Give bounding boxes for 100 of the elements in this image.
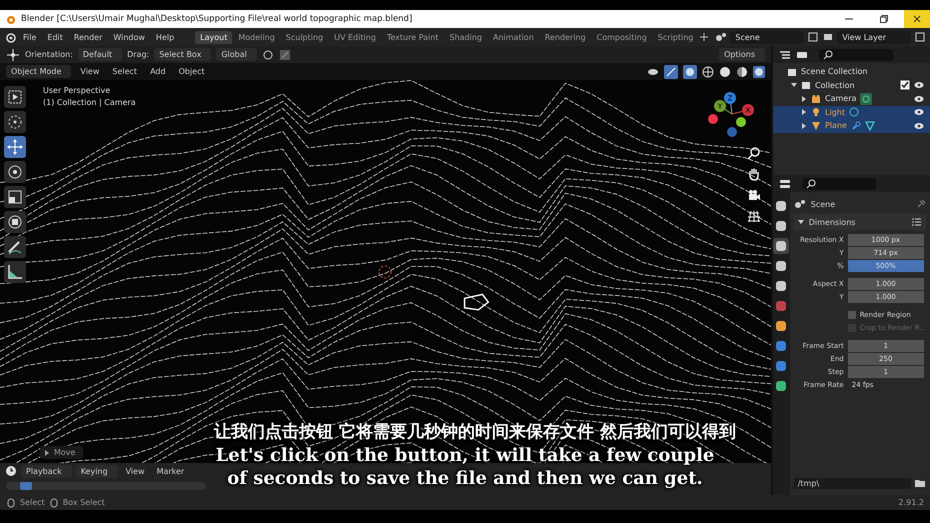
expand-arrow-icon[interactable] xyxy=(801,122,807,129)
properties-editor-icon[interactable] xyxy=(779,178,791,190)
workspace-tab[interactable]: Texture Paint xyxy=(382,30,444,44)
gizmo-toggle-icon[interactable] xyxy=(664,64,678,78)
mode-dropdown[interactable]: Object Mode xyxy=(6,65,72,78)
triangle-mesh-icon xyxy=(811,120,821,131)
rotate-tool-icon[interactable] xyxy=(4,161,26,183)
output-path-field[interactable]: /tmp\ xyxy=(794,478,911,488)
eye-icon[interactable] xyxy=(914,80,924,90)
outliner-row[interactable]: Plane xyxy=(773,119,930,132)
hand-icon[interactable] xyxy=(747,167,761,181)
transform-orientation-dropdown[interactable]: Global xyxy=(216,48,257,61)
timeline-menu-item[interactable]: Playback xyxy=(21,464,72,478)
menu-item[interactable]: Window xyxy=(109,32,149,42)
camera-icon[interactable] xyxy=(747,188,761,202)
panel-header[interactable]: Dimensions xyxy=(794,214,926,230)
measure-tool-icon[interactable] xyxy=(4,261,26,283)
timeline-menu-item[interactable]: Keying xyxy=(76,464,118,478)
search-field[interactable] xyxy=(819,48,893,60)
workspace-tab[interactable]: Layout xyxy=(195,30,232,44)
workspace-tab[interactable]: Rendering xyxy=(540,30,591,44)
plus-icon[interactable] xyxy=(699,32,710,42)
layers-icon[interactable] xyxy=(822,31,834,43)
grid-icon[interactable] xyxy=(747,209,761,223)
transform-tool-icon[interactable] xyxy=(4,211,26,233)
rendered-shading-icon[interactable] xyxy=(753,66,765,78)
checkbox[interactable] xyxy=(848,311,856,319)
workspace-tab[interactable]: Compositing xyxy=(592,30,652,44)
wireframe-shading-icon[interactable] xyxy=(702,66,714,78)
scene-icon[interactable] xyxy=(715,31,728,43)
eye-icon[interactable] xyxy=(914,120,924,131)
scene-field[interactable]: Scene xyxy=(730,30,804,44)
expand-arrow-icon[interactable] xyxy=(791,82,797,88)
panel-title: Dimensions xyxy=(808,218,856,226)
view-context-label: (1) Collection | Camera xyxy=(43,98,136,107)
timeline-menu-item[interactable]: Marker xyxy=(152,466,188,476)
menu-item[interactable]: Edit xyxy=(43,32,67,42)
checkbox[interactable] xyxy=(900,80,910,90)
workspace-tab[interactable]: Scripting xyxy=(652,30,698,44)
expand-arrow-icon xyxy=(798,219,804,225)
zoom-icon[interactable] xyxy=(747,146,761,160)
outliner-editor-icon[interactable] xyxy=(779,48,791,60)
scene-icon xyxy=(794,198,806,210)
menu-item[interactable]: File xyxy=(19,32,40,42)
mouse-icon xyxy=(48,498,59,508)
outliner-row[interactable]: Camera xyxy=(773,92,930,106)
list-icon[interactable] xyxy=(912,217,922,227)
orientation-dropdown[interactable]: Default xyxy=(78,48,122,61)
viewport-menu-item[interactable]: Object xyxy=(174,66,209,77)
select-tool-icon[interactable] xyxy=(4,86,26,108)
overlay-toggle-icon[interactable] xyxy=(683,64,697,78)
move-tool-icon[interactable] xyxy=(6,48,20,62)
viewport-menu-item[interactable]: Select xyxy=(108,66,142,77)
timeline-ruler[interactable] xyxy=(6,482,206,490)
outliner-item[interactable]: Camera xyxy=(825,94,856,104)
camera-data-icon xyxy=(860,92,872,105)
copy-icon[interactable] xyxy=(807,31,820,43)
cursor-tool-icon[interactable] xyxy=(4,111,26,133)
3d-cursor-icon xyxy=(377,264,393,280)
last-operator-panel[interactable]: Move xyxy=(40,446,84,459)
view-layer-field[interactable]: View Layer xyxy=(837,30,911,44)
copy-icon[interactable] xyxy=(914,31,926,43)
workspace-tab[interactable]: Shading xyxy=(444,30,487,44)
viewport-menu-item[interactable]: Add xyxy=(146,66,170,77)
menu-item[interactable]: Render xyxy=(70,32,106,42)
workspace-tab[interactable]: Modeling xyxy=(233,30,280,44)
expand-arrow-icon[interactable] xyxy=(801,96,807,102)
output-tab-icon[interactable] xyxy=(773,238,790,254)
outliner-item[interactable]: Plane xyxy=(825,121,847,130)
workspace-tab[interactable]: Animation xyxy=(488,30,539,44)
eye-icon[interactable] xyxy=(914,94,924,104)
timeline-menu-item[interactable]: View xyxy=(122,466,149,476)
snap-icon[interactable] xyxy=(278,48,291,60)
outliner-item[interactable]: Scene Collection xyxy=(801,67,868,76)
eye-icon[interactable] xyxy=(914,107,924,118)
workspace-tab[interactable]: Sculpting xyxy=(280,30,328,44)
search-field[interactable] xyxy=(802,178,876,190)
pivot-icon[interactable] xyxy=(262,48,274,60)
outliner-item[interactable]: Collection xyxy=(815,80,855,90)
collection-box-icon xyxy=(787,66,797,77)
drag-dropdown[interactable]: Select Box xyxy=(154,48,212,61)
annotate-tool-icon[interactable] xyxy=(4,236,26,258)
search-icon xyxy=(823,50,833,60)
light-data-icon xyxy=(848,107,859,118)
outliner-row[interactable]: Light xyxy=(773,106,930,119)
scale-tool-icon[interactable] xyxy=(4,186,26,208)
viewport-menu-item[interactable]: View xyxy=(76,66,104,77)
solid-shading-icon[interactable] xyxy=(719,66,731,78)
workspace-tab[interactable]: UV Editing xyxy=(329,30,381,44)
move-tool-icon[interactable] xyxy=(4,136,26,158)
menu-item[interactable]: Help xyxy=(152,32,178,42)
close-icon[interactable] xyxy=(904,10,930,28)
outliner-item[interactable]: Light xyxy=(825,108,845,117)
folder-icon[interactable] xyxy=(914,477,926,489)
expand-arrow-icon[interactable] xyxy=(801,109,807,116)
pin-icon[interactable] xyxy=(916,199,926,209)
blender-logo-icon[interactable] xyxy=(4,31,16,43)
options-dropdown[interactable]: Options xyxy=(719,48,765,61)
clock-icon[interactable] xyxy=(5,465,17,477)
material-shading-icon[interactable] xyxy=(736,66,748,78)
